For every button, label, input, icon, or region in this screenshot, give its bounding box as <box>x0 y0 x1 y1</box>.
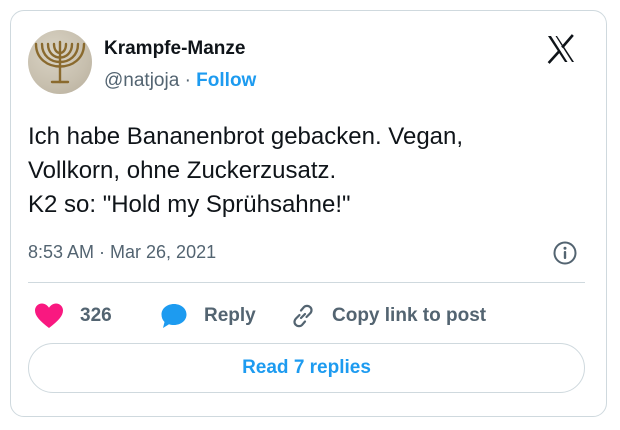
tweet-text-line: K2 so: "Hold my Sprühsahne!" <box>28 191 351 218</box>
read-replies-button[interactable]: Read 7 replies <box>28 343 585 393</box>
like-button[interactable]: 326 <box>34 302 112 330</box>
follow-button[interactable]: Follow <box>196 70 256 91</box>
copy-link-button[interactable]: Copy link to post <box>290 302 486 330</box>
copy-link-label: Copy link to post <box>332 305 487 326</box>
divider <box>28 282 585 283</box>
reply-label: Reply <box>204 305 256 326</box>
avatar[interactable] <box>28 30 92 94</box>
like-count: 326 <box>80 305 112 326</box>
tweet-text-line: Vollkorn, ohne Zuckerzusatz. <box>28 157 337 184</box>
heart-icon <box>35 303 63 328</box>
tweet-timestamp[interactable]: 8:53 AM · Mar 26, 2021 <box>28 242 216 263</box>
tweet-text-line: Ich habe Bananenbrot gebacken. Vegan, <box>28 123 464 150</box>
author-name[interactable]: Krampfe-Manze <box>104 38 245 60</box>
menorah-icon <box>34 40 86 84</box>
reply-bubble-icon <box>161 304 187 328</box>
x-logo-icon[interactable] <box>545 33 577 65</box>
info-icon[interactable] <box>552 240 578 266</box>
author-handle[interactable]: @natjoja <box>104 70 179 91</box>
link-icon <box>293 304 313 328</box>
reply-button[interactable]: Reply <box>160 302 256 330</box>
author-handle-row: @natjoja · Follow <box>104 70 256 92</box>
tweet-text: Ich habe Bananenbrot gebacken. Vegan, Vo… <box>28 120 588 222</box>
separator-dot: · <box>184 70 191 91</box>
